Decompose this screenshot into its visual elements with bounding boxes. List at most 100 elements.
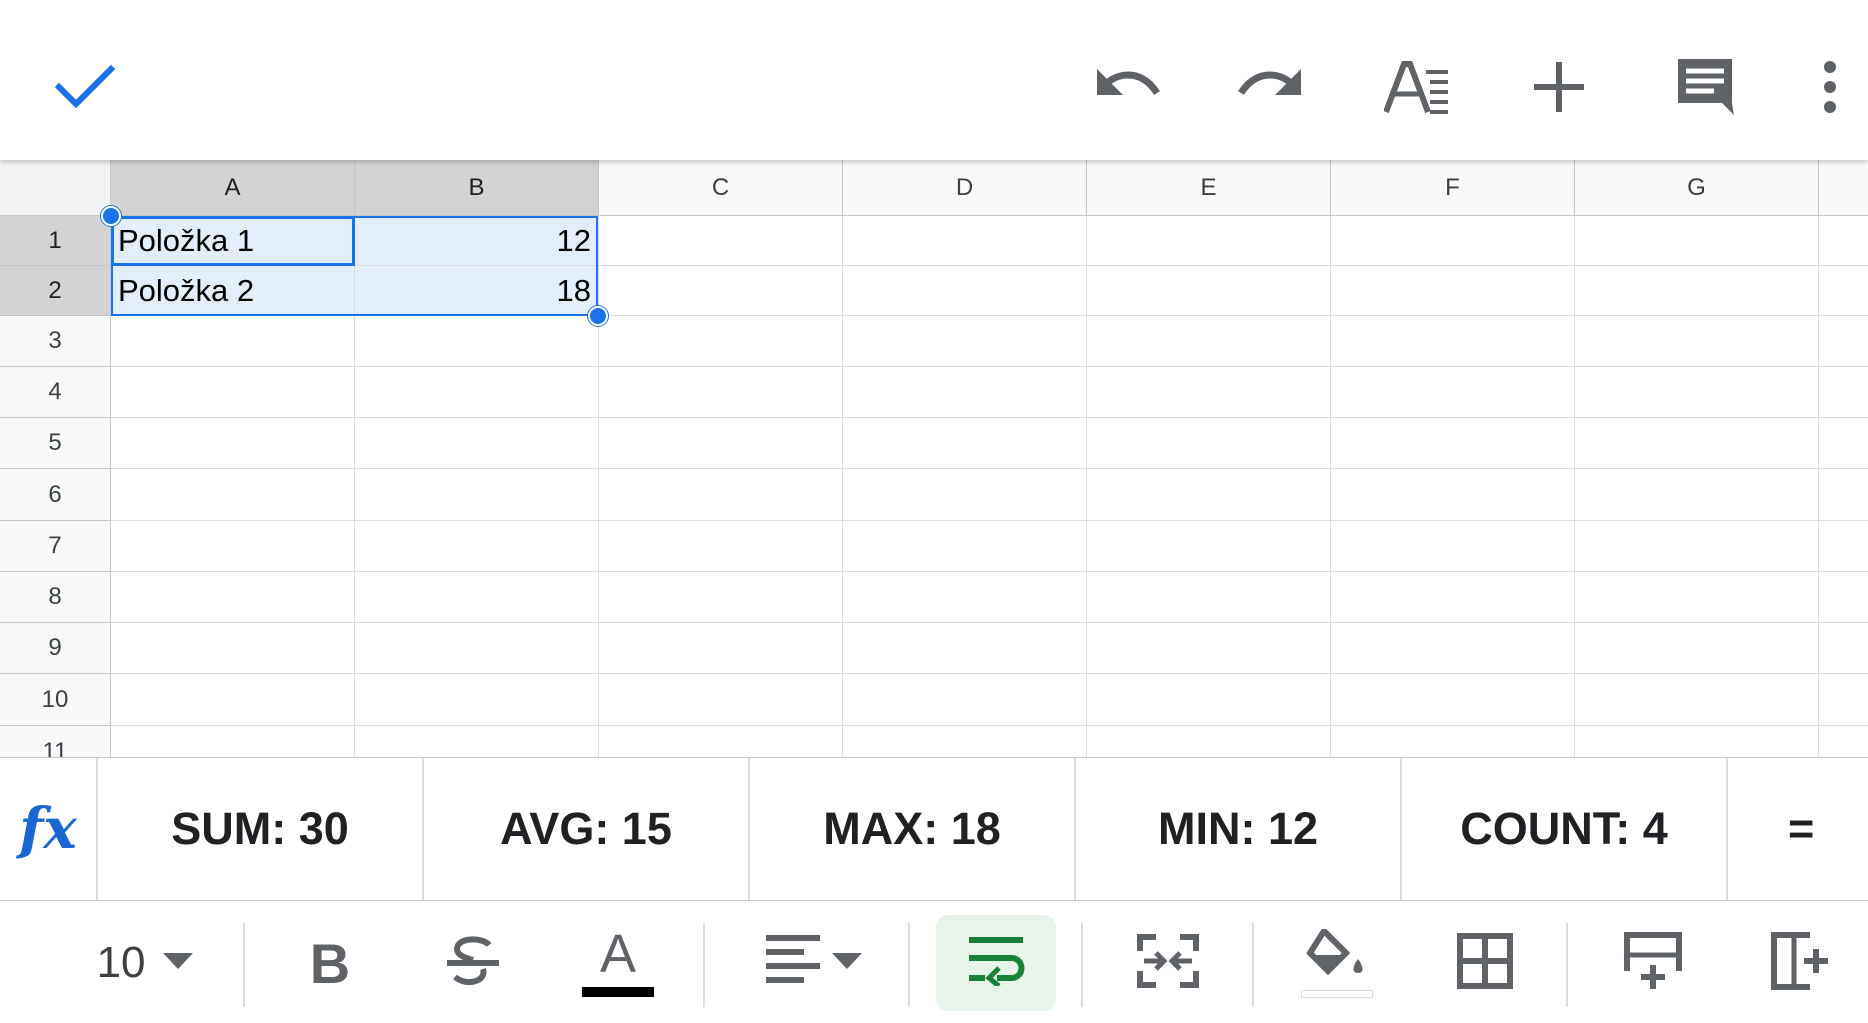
row-header-7[interactable]: 7 — [0, 521, 111, 572]
text-format-button[interactable] — [1372, 42, 1462, 132]
insert-column-button[interactable] — [1760, 915, 1840, 1011]
cell-e4[interactable] — [1087, 367, 1331, 418]
cell-d11[interactable] — [843, 726, 1087, 757]
column-header-d[interactable]: D — [843, 160, 1087, 216]
cell-c2[interactable] — [599, 266, 843, 316]
cell-c10[interactable] — [599, 674, 843, 726]
row-header-5[interactable]: 5 — [0, 418, 111, 469]
cell-g9[interactable] — [1575, 623, 1819, 674]
row-header-8[interactable]: 8 — [0, 572, 111, 623]
cell-a1[interactable]: Položka 1 — [111, 216, 355, 266]
cell-d8[interactable] — [843, 572, 1087, 623]
cell-g8[interactable] — [1575, 572, 1819, 623]
cell-f6[interactable] — [1331, 469, 1575, 521]
cell-f9[interactable] — [1331, 623, 1575, 674]
cell-a10[interactable] — [111, 674, 355, 726]
cell-partial[interactable] — [1819, 726, 1868, 757]
column-header-partial[interactable] — [1819, 160, 1868, 216]
cell-d1[interactable] — [843, 216, 1087, 266]
cell-d5[interactable] — [843, 418, 1087, 469]
row-header-2[interactable]: 2 — [0, 266, 111, 316]
row-header-3[interactable]: 3 — [0, 316, 111, 367]
row-header-11[interactable]: 11 — [0, 726, 111, 757]
undo-button[interactable] — [1083, 42, 1173, 132]
cell-c3[interactable] — [599, 316, 843, 367]
cell-c5[interactable] — [599, 418, 843, 469]
cell-b4[interactable] — [355, 367, 599, 418]
comment-button[interactable] — [1660, 42, 1750, 132]
cell-d4[interactable] — [843, 367, 1087, 418]
cell-partial[interactable] — [1819, 367, 1868, 418]
cell-e1[interactable] — [1087, 216, 1331, 266]
column-header-g[interactable]: G — [1575, 160, 1819, 216]
fill-color-button[interactable] — [1297, 915, 1377, 1011]
cell-partial[interactable] — [1819, 418, 1868, 469]
cell-b5[interactable] — [355, 418, 599, 469]
borders-button[interactable] — [1445, 915, 1525, 1011]
cell-e8[interactable] — [1087, 572, 1331, 623]
row-header-6[interactable]: 6 — [0, 469, 111, 521]
cell-f7[interactable] — [1331, 521, 1575, 572]
cell-f4[interactable] — [1331, 367, 1575, 418]
cell-f2[interactable] — [1331, 266, 1575, 316]
cell-b11[interactable] — [355, 726, 599, 757]
cell-c8[interactable] — [599, 572, 843, 623]
cell-g6[interactable] — [1575, 469, 1819, 521]
cell-c4[interactable] — [599, 367, 843, 418]
cell-e3[interactable] — [1087, 316, 1331, 367]
cell-a4[interactable] — [111, 367, 355, 418]
stat-min[interactable]: MIN: 12 — [1076, 758, 1402, 900]
stat-more[interactable]: = — [1728, 758, 1868, 900]
redo-button[interactable] — [1225, 42, 1315, 132]
column-header-c[interactable]: C — [599, 160, 843, 216]
cell-a7[interactable] — [111, 521, 355, 572]
insert-row-button[interactable] — [1613, 915, 1693, 1011]
cell-f10[interactable] — [1331, 674, 1575, 726]
done-button[interactable] — [40, 42, 130, 132]
cell-partial[interactable] — [1819, 674, 1868, 726]
row-header-4[interactable]: 4 — [0, 367, 111, 418]
cell-d3[interactable] — [843, 316, 1087, 367]
cell-g5[interactable] — [1575, 418, 1819, 469]
selection-handle-top-left[interactable] — [101, 206, 121, 226]
cell-b6[interactable] — [355, 469, 599, 521]
cell-g10[interactable] — [1575, 674, 1819, 726]
cell-e5[interactable] — [1087, 418, 1331, 469]
cell-partial[interactable] — [1819, 216, 1868, 266]
strikethrough-button[interactable] — [438, 915, 508, 1011]
cell-c1[interactable] — [599, 216, 843, 266]
cell-d6[interactable] — [843, 469, 1087, 521]
cell-b7[interactable] — [355, 521, 599, 572]
cell-partial[interactable] — [1819, 316, 1868, 367]
font-size-dropdown[interactable]: 10 — [80, 915, 210, 1011]
cell-g4[interactable] — [1575, 367, 1819, 418]
cell-f5[interactable] — [1331, 418, 1575, 469]
cell-a11[interactable] — [111, 726, 355, 757]
stat-count[interactable]: COUNT: 4 — [1402, 758, 1728, 900]
cell-f8[interactable] — [1331, 572, 1575, 623]
cell-partial[interactable] — [1819, 521, 1868, 572]
more-options-button[interactable] — [1800, 42, 1860, 132]
merge-cells-button[interactable] — [1128, 915, 1208, 1011]
column-header-a[interactable]: A — [111, 160, 355, 216]
cell-g7[interactable] — [1575, 521, 1819, 572]
cell-e7[interactable] — [1087, 521, 1331, 572]
cell-a9[interactable] — [111, 623, 355, 674]
formula-button[interactable]: fx — [0, 758, 98, 900]
cell-b10[interactable] — [355, 674, 599, 726]
column-header-f[interactable]: F — [1331, 160, 1575, 216]
cell-partial[interactable] — [1819, 266, 1868, 316]
column-header-e[interactable]: E — [1087, 160, 1331, 216]
bold-button[interactable]: B — [295, 915, 365, 1011]
cell-e11[interactable] — [1087, 726, 1331, 757]
cell-c7[interactable] — [599, 521, 843, 572]
cell-e9[interactable] — [1087, 623, 1331, 674]
cell-e10[interactable] — [1087, 674, 1331, 726]
cell-d9[interactable] — [843, 623, 1087, 674]
cell-f3[interactable] — [1331, 316, 1575, 367]
cell-partial[interactable] — [1819, 469, 1868, 521]
cell-f11[interactable] — [1331, 726, 1575, 757]
cell-c9[interactable] — [599, 623, 843, 674]
insert-button[interactable] — [1514, 42, 1604, 132]
cell-a3[interactable] — [111, 316, 355, 367]
